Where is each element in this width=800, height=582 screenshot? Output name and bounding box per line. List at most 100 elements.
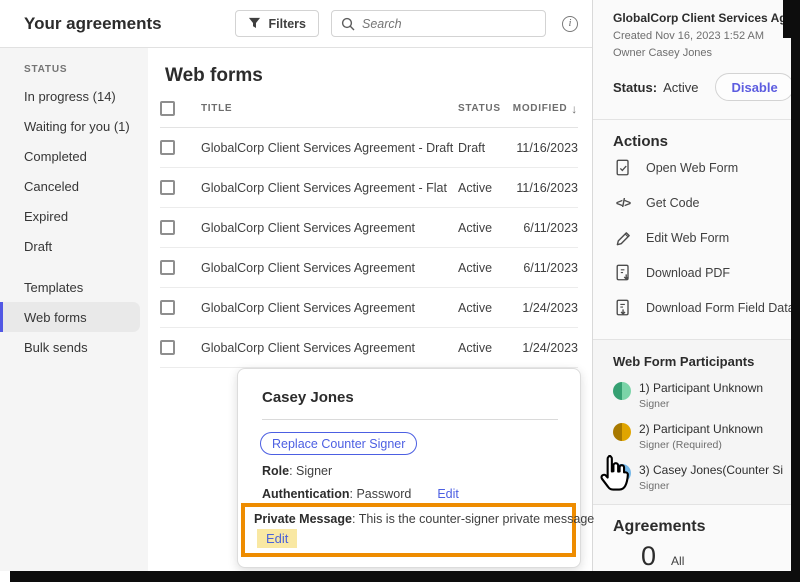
replace-counter-signer-button[interactable]: Replace Counter Signer <box>260 432 417 455</box>
role-label: Role <box>262 464 289 478</box>
status-value: Active <box>663 80 698 95</box>
action-open-web-form[interactable]: Open Web Form <box>613 151 783 185</box>
panel-actions-section: Actions Open Web Form </> Get Code Edit … <box>593 120 791 340</box>
row-checkbox[interactable] <box>160 260 175 275</box>
row-checkbox[interactable] <box>160 180 175 195</box>
row-checkbox[interactable] <box>160 220 175 235</box>
screen-edge-top-right <box>783 0 800 38</box>
row-status: Active <box>458 221 506 235</box>
table-header: TITLE STATUS MODIFIED ↓ <box>160 90 578 128</box>
participant-name: 3) Casey Jones(Counter Signer) <box>639 463 783 477</box>
private-message-line: Private Message: This is the counter-sig… <box>254 512 566 526</box>
app-window: Your agreements Filters i STATUS In prog… <box>0 0 800 582</box>
sidebar-group-gap <box>0 261 148 272</box>
private-message-edit-link[interactable]: Edit <box>257 529 297 548</box>
action-edit-web-form[interactable]: Edit Web Form <box>613 221 783 255</box>
column-status[interactable]: STATUS <box>458 103 506 114</box>
action-label: Get Code <box>646 196 700 210</box>
selected-indicator-bar <box>0 302 3 332</box>
filters-button-label: Filters <box>268 17 306 31</box>
search-input[interactable] <box>362 17 512 31</box>
table-row[interactable]: GlobalCorp Client Services Agreement Act… <box>160 288 578 328</box>
sidebar-item-canceled[interactable]: Canceled <box>0 171 148 201</box>
participant-avatar <box>613 382 631 400</box>
row-status: Active <box>458 181 506 195</box>
webforms-heading: Web forms <box>165 65 592 87</box>
row-modified: 6/11/2023 <box>506 261 578 275</box>
participant-popup: Casey Jones Replace Counter Signer Role:… <box>237 368 581 568</box>
sidebar-item-draft[interactable]: Draft <box>0 231 148 261</box>
sidebar-item-completed[interactable]: Completed <box>0 141 148 171</box>
participant-row[interactable]: 3) Casey Jones(Counter Signer) Signer <box>613 463 783 492</box>
row-title: GlobalCorp Client Services Agreement - F… <box>201 181 458 195</box>
participant-avatar <box>613 464 631 482</box>
row-checkbox[interactable] <box>160 140 175 155</box>
row-checkbox[interactable] <box>160 300 175 315</box>
action-label: Edit Web Form <box>646 231 729 245</box>
row-title: GlobalCorp Client Services Agreement <box>201 221 458 235</box>
participant-role: Signer <box>639 398 763 410</box>
row-modified: 1/24/2023 <box>506 301 578 315</box>
filters-button[interactable]: Filters <box>235 10 319 37</box>
info-icon[interactable]: i <box>562 16 578 32</box>
authentication-line: Authentication: PasswordEdit <box>262 487 556 501</box>
participant-row[interactable]: 2) Participant Unknown Signer (Required) <box>613 422 783 451</box>
action-label: Download PDF <box>646 266 730 280</box>
sidebar-item-waiting-for-you[interactable]: Waiting for you (1) <box>0 111 148 141</box>
column-title[interactable]: TITLE <box>201 103 458 114</box>
download-pdf-icon <box>613 263 633 283</box>
table-row[interactable]: GlobalCorp Client Services Agreement Act… <box>160 208 578 248</box>
popup-participant-name: Casey Jones <box>262 389 556 406</box>
authentication-edit-link[interactable]: Edit <box>437 487 459 501</box>
row-checkbox[interactable] <box>160 340 175 355</box>
action-label: Open Web Form <box>646 161 738 175</box>
sidebar-item-web-forms[interactable]: Web forms <box>0 302 140 332</box>
table-row[interactable]: GlobalCorp Client Services Agreement Act… <box>160 328 578 368</box>
screen-edge-right <box>791 0 800 582</box>
code-icon: </> <box>613 193 633 213</box>
action-download-pdf[interactable]: Download PDF <box>613 256 783 290</box>
status-label: Status: <box>613 80 657 95</box>
action-download-form-field-data[interactable]: Download Form Field Data <box>613 291 783 325</box>
row-modified: 6/11/2023 <box>506 221 578 235</box>
row-status: Draft <box>458 141 506 155</box>
column-modified[interactable]: MODIFIED ↓ <box>506 102 578 116</box>
participant-role: Signer <box>639 480 783 492</box>
table-row[interactable]: GlobalCorp Client Services Agreement - F… <box>160 168 578 208</box>
role-line: Role: Signer <box>262 464 556 478</box>
private-message-value: : This is the counter-signer private mes… <box>352 512 594 526</box>
table-row[interactable]: GlobalCorp Client Services Agreement Act… <box>160 248 578 288</box>
agreements-heading: Agreements <box>613 505 783 536</box>
participant-role: Signer (Required) <box>639 439 763 451</box>
panel-participants-section: Web Form Participants 1) Participant Unk… <box>593 340 791 505</box>
participants-heading: Web Form Participants <box>613 340 783 369</box>
row-title: GlobalCorp Client Services Agreement - D… <box>201 141 458 155</box>
sort-descending-icon: ↓ <box>571 102 578 116</box>
disable-button[interactable]: Disable <box>715 73 793 101</box>
participant-row[interactable]: 1) Participant Unknown Signer <box>613 381 783 410</box>
select-all-checkbox[interactable] <box>160 101 175 116</box>
row-status: Active <box>458 261 506 275</box>
row-title: GlobalCorp Client Services Agreement <box>201 341 458 355</box>
agreement-owner: Owner Casey Jones <box>613 47 783 59</box>
action-label: Download Form Field Data <box>646 301 795 315</box>
filter-funnel-icon <box>248 17 261 30</box>
row-modified: 11/16/2023 <box>506 141 578 155</box>
participant-avatar <box>613 423 631 441</box>
status-row: Status: Active Disable <box>613 73 783 101</box>
sidebar-status-label: STATUS <box>24 64 148 75</box>
sidebar-item-templates[interactable]: Templates <box>0 272 148 302</box>
agreements-all-label[interactable]: All <box>671 554 684 568</box>
popup-divider <box>262 419 558 420</box>
authentication-label: Authentication <box>262 487 350 501</box>
search-box[interactable] <box>331 10 546 37</box>
sidebar-item-in-progress[interactable]: In progress (14) <box>0 81 148 111</box>
sidebar-item-label: Web forms <box>24 310 87 325</box>
sidebar-item-bulk-sends[interactable]: Bulk sends <box>0 332 148 362</box>
agreement-title: GlobalCorp Client Services Agreement <box>613 0 783 25</box>
sidebar-item-expired[interactable]: Expired <box>0 201 148 231</box>
row-status: Active <box>458 341 506 355</box>
table-row[interactable]: GlobalCorp Client Services Agreement - D… <box>160 128 578 168</box>
search-icon <box>341 17 355 31</box>
action-get-code[interactable]: </> Get Code <box>613 186 783 220</box>
